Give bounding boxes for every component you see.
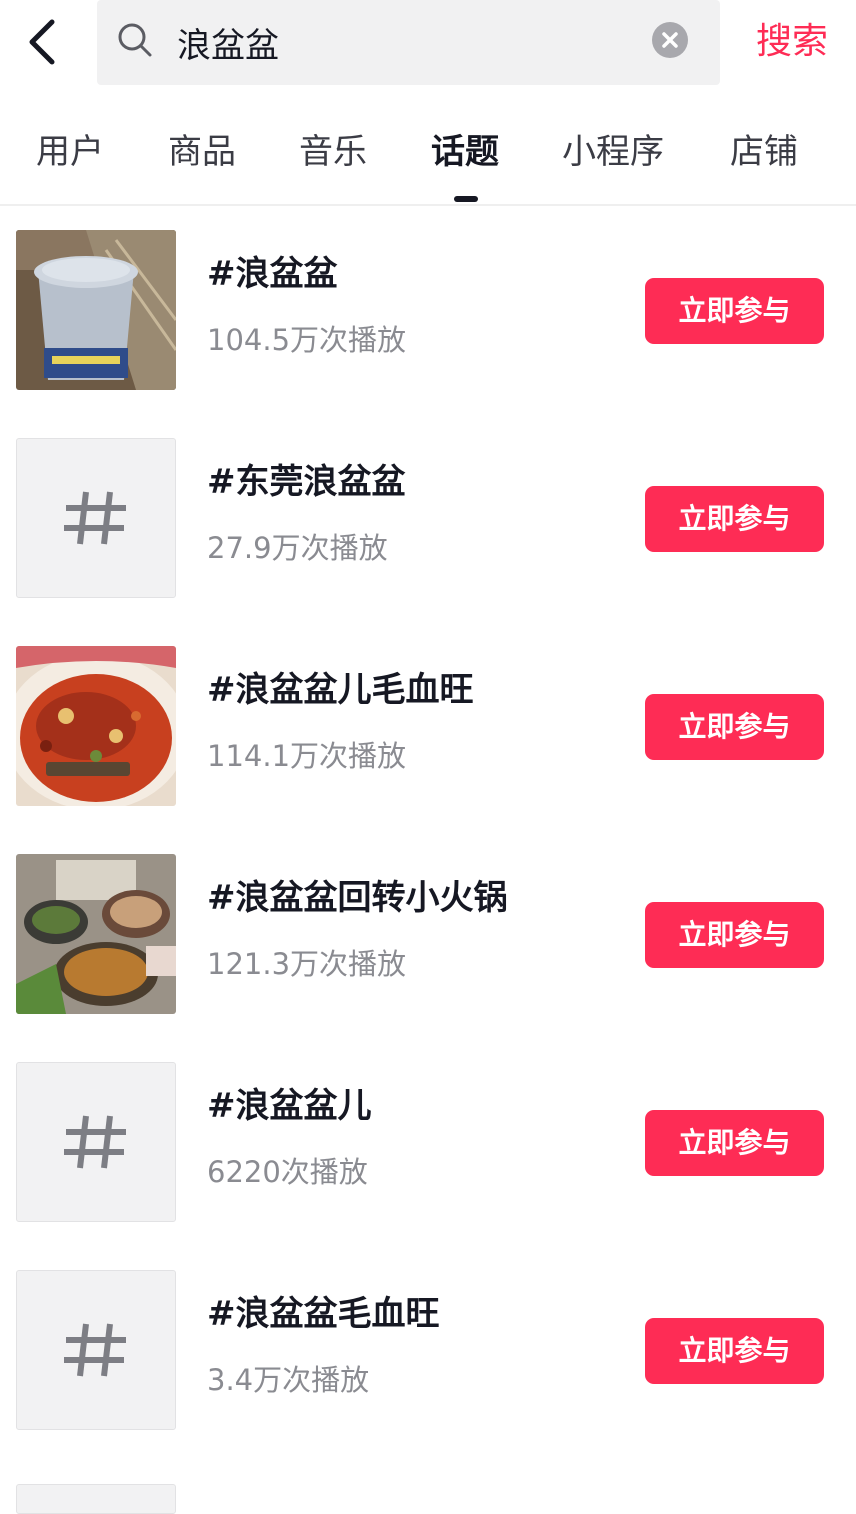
topic-play-count: 104.5万次播放 bbox=[207, 323, 407, 357]
hashtag-icon bbox=[64, 491, 126, 545]
tab-products[interactable]: 商品 bbox=[168, 128, 236, 176]
clear-search-button[interactable] bbox=[652, 22, 688, 58]
topic-thumbnail-partial bbox=[16, 1484, 176, 1514]
topic-title: #浪盆盆毛血旺 bbox=[207, 1294, 440, 1334]
topic-thumbnail-placeholder bbox=[16, 1270, 176, 1430]
topic-play-count: 121.3万次播放 bbox=[207, 947, 407, 981]
chevron-left-icon bbox=[29, 19, 55, 65]
topic-row[interactable]: #东莞浪盆盆 27.9万次播放 立即参与 bbox=[0, 414, 856, 622]
topic-play-count: 114.1万次播放 bbox=[207, 739, 407, 773]
topic-play-count: 3.4万次播放 bbox=[207, 1363, 370, 1397]
tab-music[interactable]: 音乐 bbox=[299, 128, 367, 176]
topic-thumbnail-placeholder bbox=[16, 1062, 176, 1222]
close-icon bbox=[662, 32, 678, 48]
topic-play-count: 27.9万次播放 bbox=[207, 531, 388, 565]
tab-users[interactable]: 用户 bbox=[36, 128, 104, 176]
top-bar: 搜索 bbox=[0, 0, 856, 100]
topic-row[interactable]: #浪盆盆 104.5万次播放 立即参与 bbox=[0, 206, 856, 414]
topic-thumbnail-cup bbox=[16, 230, 176, 390]
search-button[interactable]: 搜索 bbox=[756, 14, 846, 70]
hashtag-icon bbox=[64, 1115, 126, 1169]
search-box[interactable] bbox=[97, 0, 720, 85]
join-topic-button[interactable]: 立即参与 bbox=[645, 278, 824, 344]
join-topic-button[interactable]: 立即参与 bbox=[645, 1110, 824, 1176]
search-icon bbox=[118, 23, 152, 57]
topic-thumbnail-placeholder bbox=[16, 438, 176, 598]
topic-title: #浪盆盆儿毛血旺 bbox=[207, 670, 474, 710]
topic-thumbnail-hotpot bbox=[16, 854, 176, 1014]
tab-topics[interactable]: 话题 bbox=[431, 128, 499, 176]
hashtag-icon bbox=[64, 1323, 126, 1377]
topic-row[interactable]: #浪盆盆毛血旺 3.4万次播放 立即参与 bbox=[0, 1246, 856, 1454]
topic-title: #东莞浪盆盆 bbox=[207, 462, 406, 502]
topic-row[interactable]: #浪盆盆回转小火锅 121.3万次播放 立即参与 bbox=[0, 830, 856, 1038]
topic-title: #浪盆盆回转小火锅 bbox=[207, 878, 508, 918]
join-topic-button[interactable]: 立即参与 bbox=[645, 694, 824, 760]
back-button[interactable] bbox=[18, 12, 74, 72]
join-topic-button[interactable]: 立即参与 bbox=[645, 902, 824, 968]
topic-row[interactable]: #浪盆盆儿毛血旺 114.1万次播放 立即参与 bbox=[0, 622, 856, 830]
tab-mini-programs[interactable]: 小程序 bbox=[562, 128, 664, 176]
join-topic-button[interactable]: 立即参与 bbox=[645, 486, 824, 552]
topic-title: #浪盆盆儿 bbox=[207, 1086, 372, 1126]
topic-title: #浪盆盆 bbox=[207, 254, 338, 294]
topic-play-count: 6220次播放 bbox=[207, 1155, 368, 1189]
category-tabs: 用户 商品 音乐 话题 小程序 店铺 bbox=[0, 112, 856, 204]
topic-row[interactable]: #浪盆盆儿 6220次播放 立即参与 bbox=[0, 1038, 856, 1246]
topic-thumbnail-spicy-dish bbox=[16, 646, 176, 806]
active-tab-indicator bbox=[454, 196, 478, 202]
join-topic-button[interactable]: 立即参与 bbox=[645, 1318, 824, 1384]
tab-shops[interactable]: 店铺 bbox=[730, 128, 798, 176]
search-input[interactable] bbox=[177, 14, 637, 70]
